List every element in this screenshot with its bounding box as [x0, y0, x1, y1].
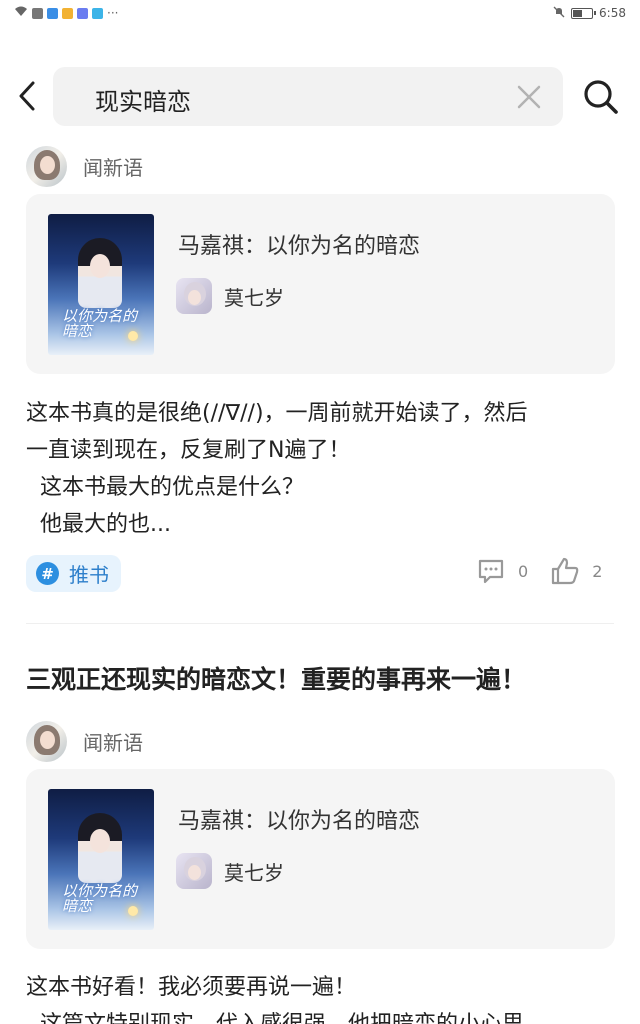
post-body-line: 这本书最大的优点是什么？	[26, 475, 304, 500]
topic-tag-label: 推书	[69, 563, 109, 587]
post-body-line: 一直读到现在，反复刷了N遍了！	[26, 438, 351, 463]
avatar[interactable]	[26, 146, 67, 187]
thumbs-up-icon	[552, 557, 579, 585]
close-icon	[517, 85, 541, 109]
book-title[interactable]: 马嘉祺：以你为名的暗恋	[178, 803, 420, 835]
book-card[interactable]: 以你为名的暗恋 马嘉祺：以你为名的暗恋 莫七岁	[26, 194, 615, 374]
book-author-avatar	[176, 853, 212, 889]
hashtag-icon: #	[36, 562, 59, 585]
post-divider	[26, 623, 614, 624]
book-author-name: 莫七岁	[224, 285, 284, 310]
more-notifications-icon: ···	[107, 6, 119, 20]
status-bar: ··· 6:58	[0, 0, 640, 26]
post-author[interactable]: 闻新语	[26, 721, 143, 762]
like-count: 2	[592, 561, 603, 581]
app-notification-icon	[62, 7, 73, 19]
author-name[interactable]: 闻新语	[83, 152, 143, 181]
post-body[interactable]: 这本书真的是很绝(//∇//)，一周前就开始读了，然后 一直读到现在，反复刷了N…	[26, 395, 626, 543]
app-notification-icon	[92, 7, 103, 19]
post-actions: 0 2	[476, 556, 602, 586]
search-query[interactable]: 现实暗恋	[95, 82, 191, 117]
book-author-name: 莫七岁	[224, 860, 284, 885]
back-button[interactable]	[12, 80, 42, 112]
post-body-line: 这本书好看！我必须要再说一遍！	[26, 975, 357, 1000]
topic-tag[interactable]: # 推书	[26, 555, 121, 592]
wifi-icon	[14, 6, 28, 20]
book-cover[interactable]: 以你为名的暗恋	[48, 214, 154, 355]
post-body-line: 这本书真的是很绝(//∇//)，一周前就开始读了，然后	[26, 401, 528, 426]
like-button[interactable]: 2	[550, 556, 602, 586]
app-notification-icon	[77, 7, 88, 19]
avatar[interactable]	[26, 721, 67, 762]
status-time: 6:58	[599, 6, 626, 20]
book-cover[interactable]: 以你为名的暗恋	[48, 789, 154, 930]
search-button[interactable]	[582, 78, 620, 116]
mute-icon	[553, 6, 565, 21]
search-header: 现实暗恋	[0, 66, 640, 126]
book-author[interactable]: 莫七岁	[176, 853, 284, 889]
comment-count: 0	[518, 561, 529, 581]
author-name[interactable]: 闻新语	[83, 727, 143, 756]
battery-icon	[571, 7, 597, 19]
post-title[interactable]: 三观正还现实的暗恋文！重要的事再来一遍！	[26, 660, 526, 696]
post-body-line: 他最大的也...	[26, 512, 171, 537]
comment-button[interactable]: 0	[476, 556, 528, 586]
chevron-left-icon	[19, 81, 35, 111]
search-input[interactable]: 现实暗恋	[53, 67, 563, 126]
book-author-avatar	[176, 278, 212, 314]
clear-search-button[interactable]	[515, 83, 543, 111]
post-body-line: 这篇文特别现实，代入感很强，他把暗恋的小心思	[26, 1006, 626, 1024]
book-card[interactable]: 以你为名的暗恋 马嘉祺：以你为名的暗恋 莫七岁	[26, 769, 615, 949]
post-body[interactable]: 这本书好看！我必须要再说一遍！ 这篇文特别现实，代入感很强，他把暗恋的小心思	[26, 969, 626, 1024]
comment-icon	[478, 559, 504, 584]
post-author[interactable]: 闻新语	[26, 146, 143, 187]
status-icons-left: ···	[14, 6, 118, 20]
app-notification-icon	[47, 7, 58, 19]
status-icons-right: 6:58	[553, 6, 626, 21]
message-app-icon	[32, 7, 43, 19]
search-icon	[584, 80, 618, 114]
book-author[interactable]: 莫七岁	[176, 278, 284, 314]
book-title[interactable]: 马嘉祺：以你为名的暗恋	[178, 228, 420, 260]
